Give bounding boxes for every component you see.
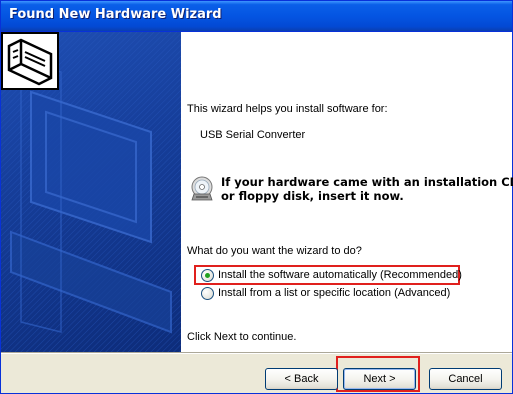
cd-notice-line-1: If your hardware came with an installati… (221, 175, 513, 189)
wizard-panel: This wizard helps you install software f… (1, 32, 513, 352)
wizard-content: This wizard helps you install software f… (187, 32, 513, 352)
button-separator (1, 352, 512, 354)
radio-button-selected[interactable] (201, 268, 214, 282)
insert-media-notice: If your hardware came with an installati… (221, 175, 513, 203)
radio-button[interactable] (201, 286, 214, 300)
option-label: Install from a list or specific location… (218, 287, 451, 299)
window-title: Found New Hardware Wizard (9, 7, 222, 22)
title-bar[interactable]: Found New Hardware Wizard (1, 1, 512, 32)
option-install-from-list[interactable]: Install from a list or specific location… (201, 285, 450, 301)
option-install-automatic[interactable]: Install the software automatically (Reco… (201, 267, 462, 283)
cd-notice-line-2: or floppy disk, insert it now. (221, 189, 404, 203)
cd-disc-icon (191, 176, 213, 201)
device-name: USB Serial Converter (200, 129, 306, 141)
cancel-button[interactable]: Cancel (429, 368, 502, 390)
option-label: Install the software automatically (Reco… (218, 269, 462, 281)
wizard-window: Found New Hardware Wizard This wizard he… (0, 0, 513, 394)
back-button[interactable]: < Back (265, 368, 338, 390)
wizard-side-banner (1, 32, 181, 352)
question-text: What do you want the wizard to do? (187, 245, 362, 257)
continue-hint: Click Next to continue. (187, 331, 297, 343)
hardware-card-icon (1, 32, 59, 90)
intro-text: This wizard helps you install software f… (187, 103, 388, 115)
next-button[interactable]: Next > (343, 368, 416, 390)
